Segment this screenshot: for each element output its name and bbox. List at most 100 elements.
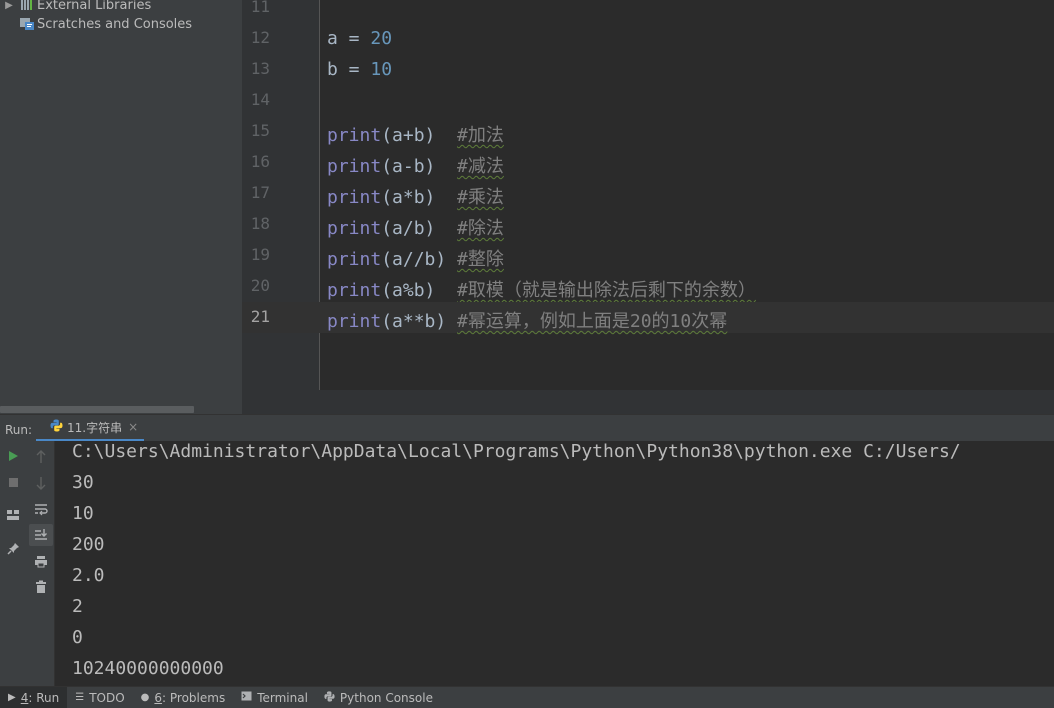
code-line[interactable]: 21 print(a**b) #幂运算，例如上面是20的10次幂	[242, 302, 1054, 333]
code-token: (a-b)	[381, 156, 458, 177]
code-token: print	[327, 249, 382, 270]
tool-tab-label: TODO	[89, 690, 125, 705]
code-line[interactable]: 15 print(a+b) #加法	[242, 116, 1054, 147]
line-number: 11	[250, 0, 270, 16]
run-label: Run:	[5, 423, 33, 437]
run-toolbar-left	[0, 441, 27, 686]
console-output-line: 2	[72, 596, 83, 617]
pin-icon[interactable]	[1, 537, 25, 559]
console-output-line: 200	[72, 534, 105, 555]
tool-tab-run[interactable]: ▶ 4: Run	[0, 686, 68, 708]
project-horizontal-scrollbar[interactable]	[0, 406, 194, 413]
code-line[interactable]: 12 a = 20	[242, 23, 1054, 54]
code-token: print	[327, 156, 382, 177]
code-token: print	[327, 187, 382, 208]
line-number: 17	[250, 183, 270, 202]
library-icon	[18, 0, 36, 12]
editor-bottom-strip	[242, 390, 1054, 414]
code-text: print(a+b) #加法	[327, 121, 504, 147]
code-text: print(a*b) #乘法	[327, 183, 504, 209]
code-line[interactable]: 18 print(a/b) #除法	[242, 209, 1054, 240]
code-line[interactable]: 14	[242, 85, 1054, 116]
code-text: b = 10	[327, 59, 392, 80]
tool-tab-problems[interactable]: ● 6: Problems	[133, 687, 234, 708]
tool-tab-label: Terminal	[257, 690, 308, 705]
trash-icon[interactable]	[29, 576, 53, 598]
run-triangle-icon: ▶	[8, 692, 16, 703]
console-output-line: 2.0	[72, 565, 105, 586]
tool-window-bar: ▶ 4: Run ☰ TODO ● 6: Problems Terminal P…	[0, 686, 1054, 708]
code-token: #取模（就是输出除法后剩下的余数）	[457, 280, 756, 301]
line-number: 13	[250, 59, 270, 78]
tool-tab-terminal[interactable]: Terminal	[233, 687, 316, 708]
console-command-line: C:\Users\Administrator\AppData\Local\Pro…	[72, 441, 961, 462]
code-line[interactable]: 17 print(a*b) #乘法	[242, 178, 1054, 209]
rerun-icon[interactable]	[1, 445, 25, 467]
code-line[interactable]: 11	[242, 0, 1054, 23]
line-number: 15	[250, 121, 270, 140]
line-number: 21	[250, 307, 270, 326]
code-token: 10	[370, 59, 393, 80]
terminal-icon	[241, 691, 252, 704]
tool-tab-python-console[interactable]: Python Console	[316, 687, 441, 708]
code-text: print(a**b) #幂运算，例如上面是20的10次幂	[327, 307, 727, 333]
run-console-output[interactable]: C:\Users\Administrator\AppData\Local\Pro…	[55, 441, 1054, 686]
code-text: print(a//b) #整除	[327, 245, 504, 271]
code-token: a =	[327, 28, 371, 49]
code-token: #幂运算，例如上面是20的10次幂	[457, 311, 728, 332]
code-token: (a+b)	[381, 125, 458, 146]
print-icon[interactable]	[29, 550, 53, 572]
tool-tab-label: : Problems	[162, 690, 226, 705]
code-editor[interactable]: 11 12 a = 20 13 b = 10 14 15 print(a+b) #加法 16 pr…	[242, 0, 1054, 414]
tool-tab-todo[interactable]: ☰ TODO	[67, 687, 132, 708]
scratches-icon	[18, 17, 36, 31]
run-tab-label: 11.字符串	[67, 420, 123, 435]
code-token: (a**b)	[381, 311, 458, 332]
arrow-down-icon[interactable]	[29, 472, 53, 494]
code-token: #除法	[457, 218, 504, 239]
python-console-icon	[324, 690, 335, 705]
code-token: (a*b)	[381, 187, 458, 208]
python-file-icon	[50, 419, 63, 435]
tree-item-scratches[interactable]: Scratches and Consoles	[18, 14, 192, 34]
problems-icon: ●	[140, 692, 150, 703]
line-number: 18	[250, 214, 270, 233]
code-token: print	[327, 125, 382, 146]
console-output-line: 10240000000000	[72, 658, 224, 679]
tree-item-external-libraries[interactable]: ▶ External Libraries	[0, 0, 151, 15]
code-line[interactable]: 20 print(a%b) #取模（就是输出除法后剩下的余数）	[242, 271, 1054, 302]
tool-tab-mnemonic: 6	[154, 690, 163, 705]
scroll-to-end-icon[interactable]	[29, 524, 53, 546]
code-line[interactable]: 19 print(a//b) #整除	[242, 240, 1054, 271]
line-number: 20	[250, 276, 270, 295]
todo-list-icon: ☰	[75, 692, 85, 703]
run-tool-window-header: Run: 11.字符串 ×	[0, 414, 1054, 442]
run-config-tab[interactable]: 11.字符串 ×	[36, 415, 144, 442]
line-number: 12	[250, 28, 270, 47]
code-token: print	[327, 311, 382, 332]
line-number: 19	[250, 245, 270, 264]
code-token: b =	[327, 59, 371, 80]
stop-icon[interactable]	[1, 471, 25, 493]
tree-item-label: Scratches and Consoles	[37, 16, 193, 32]
arrow-up-icon[interactable]	[29, 446, 53, 468]
code-token: (a/b)	[381, 218, 458, 239]
code-token: print	[327, 280, 382, 301]
code-text: print(a/b) #除法	[327, 214, 504, 240]
code-token: #乘法	[457, 187, 504, 208]
close-icon[interactable]: ×	[128, 420, 138, 434]
code-token: #加法	[457, 125, 504, 146]
console-output-line: 0	[72, 627, 83, 648]
code-token: (a%b)	[381, 280, 458, 301]
console-output-line: 10	[72, 503, 94, 524]
soft-wrap-icon[interactable]	[29, 498, 53, 520]
code-line[interactable]: 16 print(a-b) #减法	[242, 147, 1054, 178]
chevron-right-icon[interactable]: ▶	[0, 0, 18, 11]
code-token: print	[327, 218, 382, 239]
code-token: 20	[370, 28, 393, 49]
restore-layout-icon[interactable]	[1, 504, 25, 526]
code-line[interactable]: 13 b = 10	[242, 54, 1054, 85]
tree-item-label: External Libraries	[37, 0, 152, 13]
run-toolbar-right	[27, 441, 55, 686]
line-number: 16	[250, 152, 270, 171]
